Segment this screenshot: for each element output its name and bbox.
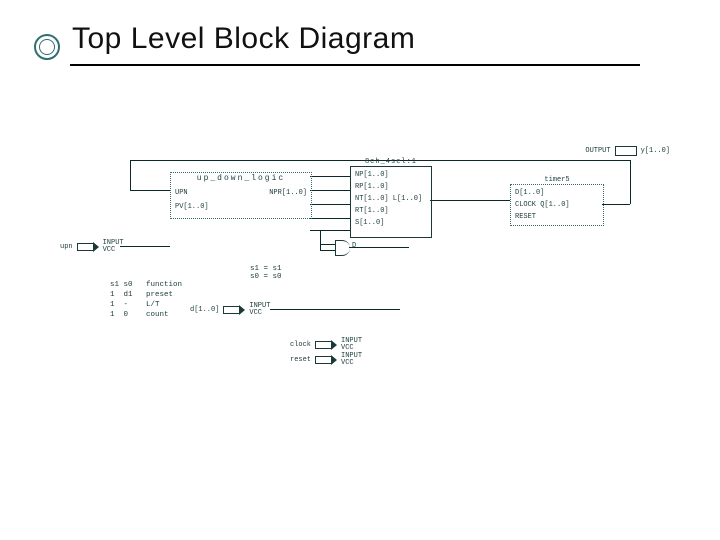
input-pin-icon: [315, 356, 337, 364]
pin-d: d[1..0] INPUT VCC: [190, 305, 270, 315]
sel-port-0: NP[1..0]: [355, 171, 389, 179]
title-underline: [70, 64, 640, 66]
function-table-row-0: 1 d1 preset: [110, 291, 173, 299]
sel-port-3: RT[1..0]: [355, 207, 389, 215]
block-timer: timer5 D[1..0] CLOCK Q[1..0] RESET: [510, 184, 604, 226]
pin-reset-net: VCC: [341, 360, 362, 367]
port-npr: NPR[1..0]: [269, 189, 307, 197]
input-pin-icon: [77, 243, 99, 251]
and-gate-icon: [335, 240, 350, 256]
function-table: s1 s0 function 1 d1 preset 1 - L/T 1 0 c…: [110, 280, 182, 321]
function-table-row-2: 1 0 count: [110, 311, 169, 319]
function-table-row-1: 1 - L/T: [110, 301, 160, 309]
pin-clock-name: clock: [290, 341, 311, 349]
block-sel: 8ch_4sel:1 NP[1..0] RP[1..0] NT[1..0] L[…: [350, 166, 432, 238]
port-upn: UPN: [175, 189, 188, 197]
pin-reset-name: reset: [290, 356, 311, 364]
sel-port-2: NT[1..0] L[1..0]: [355, 195, 422, 203]
pin-d-name: d[1..0]: [190, 306, 219, 314]
timer-port-0: D[1..0]: [515, 189, 544, 197]
sel-port-1: RP[1..0]: [355, 183, 389, 191]
output-pin: OUTPUT y[1..0]: [585, 146, 670, 156]
pin-reset: reset INPUT VCC: [290, 355, 362, 365]
output-type: OUTPUT: [585, 147, 610, 155]
pin-clock: clock INPUT VCC: [290, 340, 362, 350]
block-diagram: OUTPUT y[1..0] up_down_logic UPN NPR[1..…: [60, 150, 660, 410]
output-name: y[1..0]: [641, 147, 670, 155]
signal-notes: s1 = s1 s0 = s0: [250, 265, 282, 281]
timer-port-2: RESET: [515, 213, 536, 221]
note-eq1: s1 = s1: [250, 265, 282, 273]
timer-port-1: CLOCK Q[1..0]: [515, 201, 570, 209]
input-pin-icon: [315, 341, 337, 349]
pin-upn-name: upn: [60, 243, 73, 251]
pin-d-net: VCC: [249, 310, 270, 317]
port-pv: PV[1..0]: [175, 203, 209, 211]
block-sel-title: 8ch_4sel:1: [351, 158, 431, 166]
block-up-down-logic: up_down_logic UPN NPR[1..0] PV[1..0]: [170, 172, 312, 219]
block-up-down-logic-title: up_down_logic: [177, 174, 305, 183]
pin-clock-net: VCC: [341, 345, 362, 352]
input-pin-icon: [223, 306, 245, 314]
function-table-header: s1 s0 function: [110, 281, 182, 289]
sel-port-4: S[1..0]: [355, 219, 384, 227]
title-bullet-icon: [34, 34, 60, 60]
slide-title: Top Level Block Diagram: [72, 22, 415, 56]
pin-upn-net: VCC: [103, 247, 124, 254]
pin-upn: upn INPUT VCC: [60, 242, 124, 252]
output-pin-icon: [615, 146, 637, 156]
note-eq2: s0 = s0: [250, 273, 282, 281]
block-timer-title: timer5: [511, 176, 603, 184]
